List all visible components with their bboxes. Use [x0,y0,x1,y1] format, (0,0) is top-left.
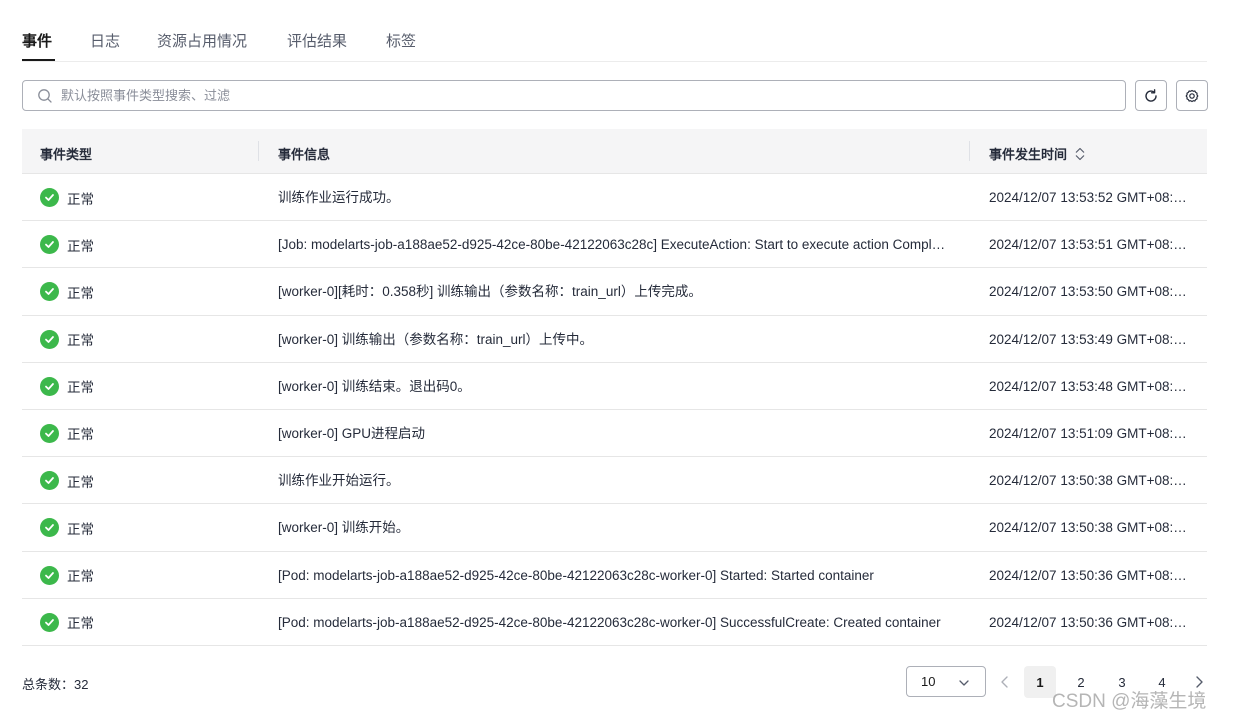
event-type-cell: 正常 [40,221,240,268]
event-info-cell: [Pod: modelarts-job-a188ae52-d925-42ce-8… [278,614,941,630]
chevron-left-icon[interactable] [998,672,1012,692]
table-row: 正常 [Job: modelarts-job-a188ae52-d925-42c… [22,221,1207,269]
tab-evaluation-results[interactable]: 评估结果 [287,30,347,51]
event-info-cell: 训练作业开始运行。 [278,473,400,489]
column-header-event-time[interactable]: 事件发生时间 [989,144,1087,163]
table-header: 事件类型 事件信息 事件发生时间 [22,129,1207,174]
gear-icon [1185,89,1199,102]
column-divider [258,141,259,161]
check-circle-icon [40,282,59,302]
event-type-cell: 正常 [40,504,240,551]
table-row: 正常 [worker-0][耗时：0.358秒] 训练输出（参数名称：train… [22,268,1207,316]
page-size-select[interactable]: 10 [906,666,986,697]
tab-resource-usage[interactable]: 资源占用情况 [157,30,247,51]
event-type-cell: 正常 [40,363,240,410]
table-row: 正常 [worker-0] GPU进程启动 2024/12/07 13:51:0… [22,410,1207,458]
event-type-cell: 正常 [40,316,240,363]
event-type-cell: 正常 [40,268,240,315]
column-header-event-info: 事件信息 [278,147,331,162]
event-type-label: 正常 [67,333,94,349]
event-info-cell: [Job: modelarts-job-a188ae52-d925-42ce-8… [278,237,946,253]
check-circle-icon [40,188,59,207]
event-time-cell: 2024/12/07 13:50:36 GMT+08:… [989,567,1187,583]
search-box[interactable] [22,80,1126,111]
table-row: 正常 [worker-0] 训练输出（参数名称：train_url）上传中。 2… [22,316,1207,363]
event-time-cell: 2024/12/07 13:50:38 GMT+08:… [989,473,1187,489]
tab-logs[interactable]: 日志 [90,30,120,51]
watermark: CSDN @海藻生境 [1052,691,1207,712]
event-time-cell: 2024/12/07 13:53:48 GMT+08:… [989,378,1187,394]
event-info-cell: [Pod: modelarts-job-a188ae52-d925-42ce-8… [278,567,874,583]
event-info-cell: [worker-0] 训练结束。退出码0。 [278,378,471,394]
event-info-cell: [worker-0] 训练输出（参数名称：train_url）上传中。 [278,331,594,347]
total-count: 总条数：32 [22,677,89,692]
page-size-value: 10 [921,674,936,689]
table-row: 正常 训练作业开始运行。 2024/12/07 13:50:38 GMT+08:… [22,457,1207,505]
tab-events[interactable]: 事件 [22,30,52,51]
event-type-label: 正常 [67,474,94,490]
event-time-cell: 2024/12/07 13:53:51 GMT+08:… [989,237,1187,253]
table-row: 正常 [Pod: modelarts-job-a188ae52-d925-42c… [22,599,1207,646]
event-type-label: 正常 [67,380,94,396]
event-type-label: 正常 [67,238,94,254]
event-time-cell: 2024/12/07 13:50:38 GMT+08:… [989,520,1187,536]
event-time-cell: 2024/12/07 13:53:52 GMT+08:… [989,190,1187,205]
table-row: 正常 训练作业运行成功。 2024/12/07 13:53:52 GMT+08:… [22,174,1207,222]
event-type-label: 正常 [67,569,94,584]
check-circle-icon [40,329,59,349]
event-type-cell: 正常 [40,410,240,457]
event-info-cell: 训练作业运行成功。 [278,190,400,205]
event-type-label: 正常 [67,616,94,632]
check-circle-icon [40,235,59,255]
check-circle-icon [40,423,59,443]
check-circle-icon [40,518,59,538]
check-circle-icon [40,612,59,632]
event-info-cell: [worker-0] GPU进程启动 [278,425,426,441]
refresh-icon [1145,88,1157,102]
event-time-cell: 2024/12/07 13:50:36 GMT+08:… [989,614,1187,630]
sort-icon[interactable] [1073,146,1087,162]
column-header-event-type: 事件类型 [40,147,93,162]
table-row: 正常 [worker-0] 训练开始。 2024/12/07 13:50:38 … [22,504,1207,552]
search-input[interactable] [61,88,961,103]
table-row: 正常 [Pod: modelarts-job-a188ae52-d925-42c… [22,552,1207,599]
active-tab-indicator [22,59,55,61]
table-body: 正常 训练作业运行成功。 2024/12/07 13:53:52 GMT+08:… [22,174,1207,646]
event-time-cell: 2024/12/07 13:53:50 GMT+08:… [989,284,1187,300]
event-time-cell: 2024/12/07 13:51:09 GMT+08:… [989,425,1187,441]
search-icon [38,88,52,103]
chevron-down-icon [959,680,969,686]
tab-bar: 事件 日志 资源占用情况 评估结果 标签 [22,0,1207,62]
column-divider [969,141,970,161]
event-type-cell: 正常 [40,599,240,646]
check-circle-icon [40,376,59,396]
check-circle-icon [40,471,59,491]
event-type-label: 正常 [67,285,94,301]
event-type-cell: 正常 [40,552,240,599]
event-type-label: 正常 [67,521,94,537]
check-circle-icon [40,565,59,585]
event-info-cell: [worker-0] 训练开始。 [278,520,410,536]
refresh-button[interactable] [1135,80,1167,111]
column-header-event-time-label: 事件发生时间 [989,147,1068,162]
event-type-label: 正常 [67,191,94,207]
event-type-label: 正常 [67,427,94,443]
event-info-cell: [worker-0][耗时：0.358秒] 训练输出（参数名称：train_ur… [278,284,702,300]
event-type-cell: 正常 [40,457,240,504]
tab-tags[interactable]: 标签 [386,30,416,51]
settings-button[interactable] [1176,80,1208,111]
event-time-cell: 2024/12/07 13:53:49 GMT+08:… [989,331,1187,347]
table-row: 正常 [worker-0] 训练结束。退出码0。 2024/12/07 13:5… [22,363,1207,410]
event-type-cell: 正常 [40,174,240,221]
